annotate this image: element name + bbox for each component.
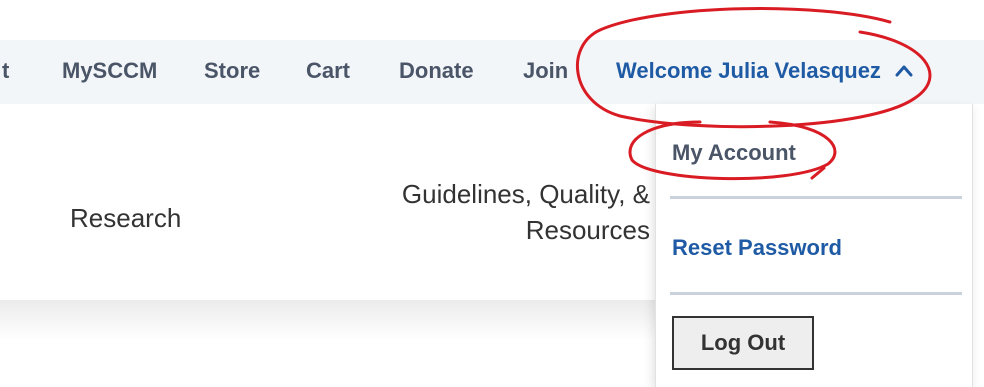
utility-link-partial[interactable]: t bbox=[2, 58, 9, 84]
nav-guidelines-line2: Resources bbox=[525, 215, 650, 245]
utility-link-join[interactable]: Join bbox=[523, 58, 568, 84]
log-out-button[interactable]: Log Out bbox=[672, 316, 814, 370]
dropdown-divider bbox=[670, 196, 962, 199]
user-menu-toggle[interactable]: Welcome Julia Velasquez bbox=[616, 58, 913, 84]
reset-password-link[interactable]: Reset Password bbox=[672, 235, 842, 261]
header-shadow bbox=[0, 300, 660, 340]
nav-research[interactable]: Research bbox=[70, 200, 181, 236]
my-account-link[interactable]: My Account bbox=[672, 140, 796, 166]
welcome-text: Welcome Julia Velasquez bbox=[616, 58, 881, 83]
user-dropdown-menu: My Account Reset Password Log Out bbox=[655, 104, 973, 387]
utility-link-mysccm[interactable]: MySCCM bbox=[62, 58, 157, 84]
dropdown-divider bbox=[670, 292, 962, 295]
nav-guidelines-line1: Guidelines, Quality, & bbox=[401, 179, 650, 209]
utility-link-donate[interactable]: Donate bbox=[399, 58, 474, 84]
utility-link-store[interactable]: Store bbox=[204, 58, 260, 84]
nav-guidelines-quality-resources[interactable]: Guidelines, Quality, & Resources bbox=[330, 176, 650, 248]
chevron-up-icon bbox=[895, 65, 913, 77]
utility-link-cart[interactable]: Cart bbox=[306, 58, 350, 84]
utility-bar: t MySCCM Store Cart Donate Join Welcome … bbox=[0, 40, 984, 104]
